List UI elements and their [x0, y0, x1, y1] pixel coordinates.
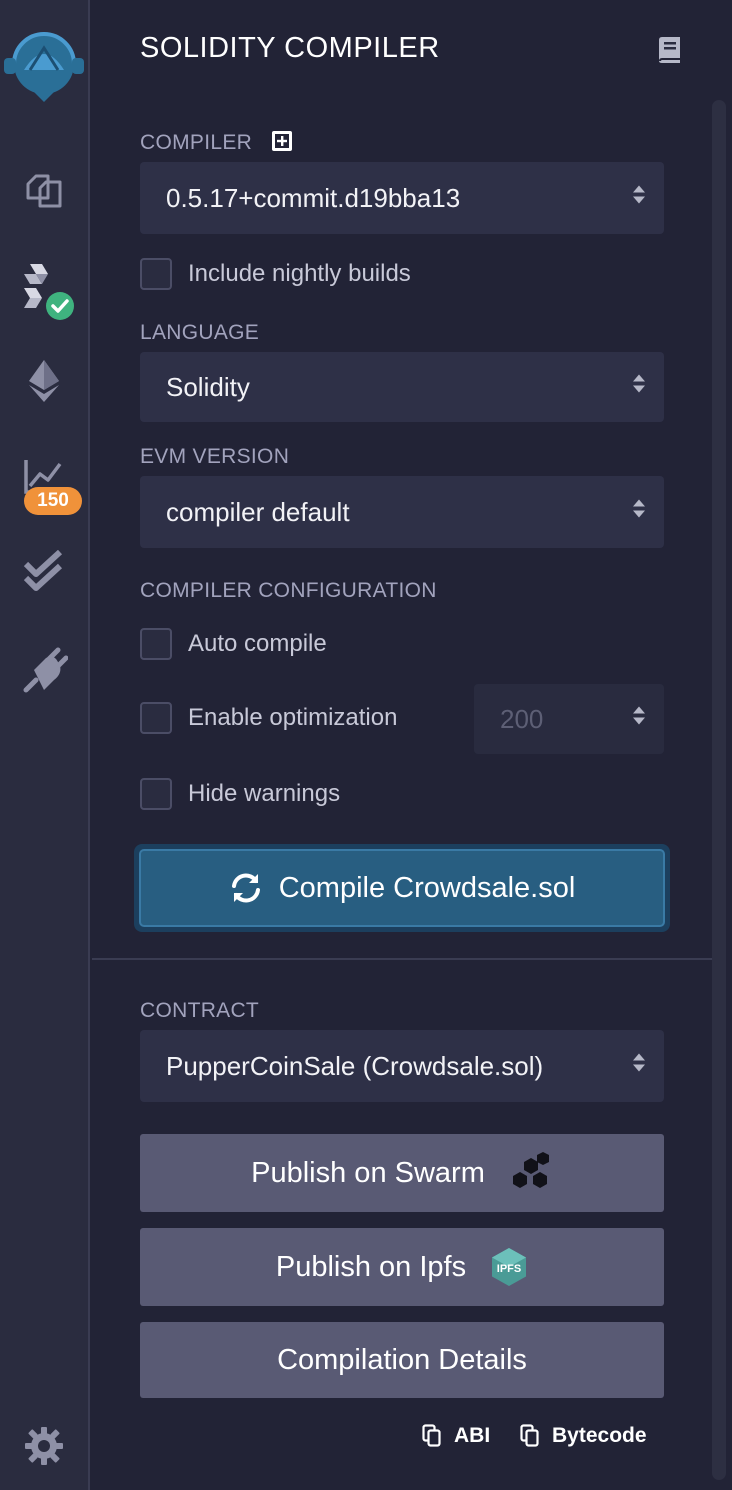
select-arrows-icon	[632, 1051, 646, 1082]
evm-version-value: compiler default	[166, 496, 350, 527]
auto-compile-checkbox[interactable]	[140, 628, 172, 660]
evm-version-label: EVM VERSION	[140, 445, 290, 468]
swarm-logo-icon	[509, 1152, 553, 1194]
publish-ipfs-label: Publish on Ipfs	[275, 1250, 467, 1283]
file-explorer-icon[interactable]	[0, 166, 88, 210]
copy-icon	[422, 1424, 441, 1447]
compiler-panel: SOLIDITY COMPILER COMPILER 0.5.17+commit…	[92, 0, 712, 1490]
remix-logo-icon[interactable]	[0, 30, 88, 106]
copy-bytecode-link[interactable]: Bytecode	[520, 1424, 647, 1448]
compilation-details-button[interactable]: Compilation Details	[140, 1322, 664, 1398]
compiler-version-select[interactable]: 0.5.17+commit.d19bba13	[140, 162, 664, 234]
ipfs-logo-icon: IPFS	[490, 1247, 528, 1287]
select-arrows-icon	[632, 497, 646, 528]
add-compiler-icon[interactable]	[272, 131, 292, 156]
compile-button-focus-ring: Compile Crowdsale.sol	[134, 844, 670, 932]
language-value: Solidity	[166, 371, 250, 402]
contract-label: CONTRACT	[140, 999, 260, 1022]
page-title: SOLIDITY COMPILER	[140, 32, 440, 64]
analysis-badge: 150	[24, 487, 82, 515]
plugin-manager-icon[interactable]	[0, 644, 88, 694]
compiler-configuration-label: COMPILER CONFIGURATION	[140, 579, 437, 602]
stepper-arrows-icon[interactable]	[632, 704, 646, 735]
copy-icon	[520, 1424, 539, 1447]
language-select[interactable]: Solidity	[140, 352, 664, 422]
auto-compile-label: Auto compile	[188, 630, 327, 657]
enable-optimization-checkbox[interactable]	[140, 702, 172, 734]
select-arrows-icon	[632, 183, 646, 214]
publish-swarm-label: Publish on Swarm	[251, 1156, 485, 1189]
evm-version-select[interactable]: compiler default	[140, 476, 664, 548]
compilation-details-label: Compilation Details	[277, 1343, 527, 1376]
publish-ipfs-button[interactable]: Publish on Ipfs IPFS	[140, 1228, 664, 1306]
compiler-version-value: 0.5.17+commit.d19bba13	[166, 182, 461, 213]
hide-warnings-label: Hide warnings	[188, 780, 341, 807]
contract-value: PupperCoinSale (Crowdsale.sol)	[166, 1050, 544, 1081]
contract-select[interactable]: PupperCoinSale (Crowdsale.sol)	[140, 1030, 664, 1102]
language-label: LANGUAGE	[140, 321, 260, 344]
panel-scrollbar[interactable]	[712, 100, 726, 1480]
nightly-builds-label: Include nightly builds	[188, 260, 411, 287]
compiler-label: COMPILER	[140, 131, 253, 154]
compile-button[interactable]: Compile Crowdsale.sol	[139, 849, 665, 927]
enable-optimization-row[interactable]: Enable optimization	[140, 702, 397, 734]
abi-label: ABI	[454, 1424, 491, 1447]
publish-swarm-button[interactable]: Publish on Swarm	[140, 1134, 664, 1212]
auto-compile-row[interactable]: Auto compile	[140, 628, 327, 660]
settings-icon[interactable]	[0, 1426, 88, 1466]
hide-warnings-checkbox[interactable]	[140, 778, 172, 810]
ipfs-logo-text: IPFS	[497, 1263, 521, 1275]
compile-button-label: Compile Crowdsale.sol	[278, 871, 576, 904]
optimization-runs-value: 200	[500, 703, 544, 734]
select-arrows-icon	[632, 372, 646, 403]
icon-sidebar: 150	[0, 0, 90, 1490]
test-icon[interactable]	[0, 550, 88, 594]
documentation-icon[interactable]	[656, 36, 682, 69]
nightly-builds-checkbox[interactable]	[140, 258, 172, 290]
solidity-compiler-icon[interactable]	[0, 260, 88, 324]
bytecode-label: Bytecode	[552, 1424, 647, 1447]
enable-optimization-label: Enable optimization	[188, 704, 398, 731]
copy-abi-link[interactable]: ABI	[422, 1424, 490, 1448]
deploy-run-icon[interactable]	[0, 358, 88, 404]
nightly-builds-row[interactable]: Include nightly builds	[140, 258, 411, 290]
refresh-icon	[231, 873, 260, 903]
hide-warnings-row[interactable]: Hide warnings	[140, 778, 340, 810]
optimization-runs-input[interactable]: 200	[474, 684, 664, 754]
section-divider	[92, 958, 712, 960]
